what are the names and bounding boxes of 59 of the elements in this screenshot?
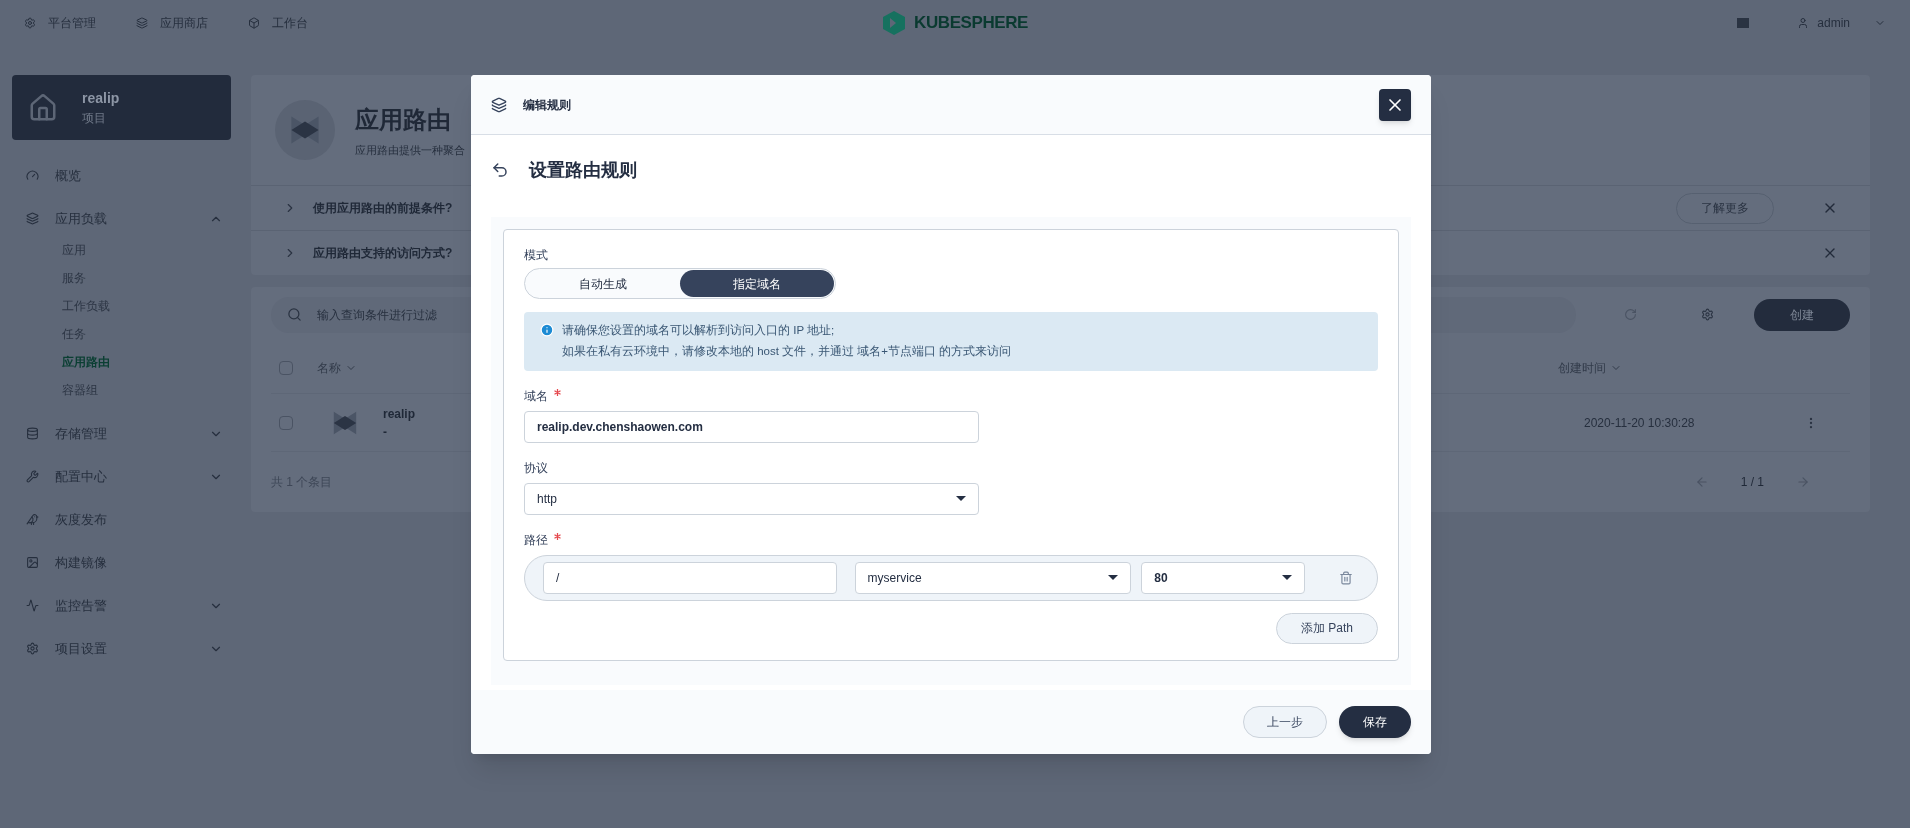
checkbox[interactable] xyxy=(279,415,293,430)
settings-icon[interactable] xyxy=(1701,308,1714,321)
domain-input[interactable]: realip.dev.chenshaowen.com xyxy=(524,410,979,443)
mode-option[interactable]: 指定域名 xyxy=(680,270,834,297)
sidebar-icon xyxy=(26,470,39,483)
close-button[interactable] xyxy=(1379,88,1411,121)
path-input[interactable]: / xyxy=(543,561,837,594)
mode-option[interactable]: 自动生成 xyxy=(526,270,680,297)
nav-icon xyxy=(248,16,260,29)
sidebar-icon xyxy=(26,169,39,182)
sidebar-icon xyxy=(26,212,39,225)
sidebar-icon xyxy=(26,642,39,655)
checkbox[interactable] xyxy=(279,360,293,375)
sidebar-icon xyxy=(26,556,39,569)
row-description: - xyxy=(383,423,388,441)
sidebar-icon xyxy=(26,599,39,612)
field-label: 路径 xyxy=(524,532,548,547)
created-time: 2020-11-20 10:30:28 xyxy=(1584,414,1696,432)
project-name: realip xyxy=(82,89,120,108)
project-card[interactable]: realip 项目 xyxy=(12,75,231,140)
step-title: 设置路由规则 xyxy=(529,158,637,182)
port-select[interactable]: 80 xyxy=(1141,561,1305,594)
project-type: 项目 xyxy=(82,110,107,127)
sidebar-icon xyxy=(26,427,39,440)
nav-icon xyxy=(24,16,36,29)
create-button[interactable]: 创建 xyxy=(1754,298,1850,331)
search-icon xyxy=(287,306,302,322)
next-page-icon[interactable] xyxy=(1796,475,1810,489)
previous-page-icon[interactable] xyxy=(1694,475,1709,489)
back-button[interactable]: 上一步 xyxy=(1243,706,1327,738)
page-indicator: 1 / 1 xyxy=(1740,474,1764,491)
save-button[interactable]: 保存 xyxy=(1339,706,1411,738)
nav-icon xyxy=(136,16,148,29)
sidebar-item[interactable]: 灰度发布 xyxy=(26,498,231,541)
dialog-title: 编辑规则 xyxy=(523,96,571,114)
user-icon xyxy=(1797,16,1810,29)
sidebar-subitem[interactable]: 应用路由 xyxy=(62,348,231,376)
caret-icon xyxy=(1282,575,1292,580)
add-path-button[interactable]: 添加 Path xyxy=(1275,612,1378,644)
sidebar-icon xyxy=(26,513,39,526)
refresh-icon[interactable] xyxy=(1624,308,1637,321)
service-select[interactable]: myservice xyxy=(854,561,1132,594)
delete-icon[interactable] xyxy=(1339,570,1353,585)
info-text: 如果在私有云环境中，请修改本地的 host 文件，并通过 域名+节点端口 的方式来访问 xyxy=(562,344,1012,360)
project-icon xyxy=(28,92,58,123)
back-icon[interactable] xyxy=(491,161,509,179)
page-title: 应用路由 xyxy=(355,104,452,135)
field-label: 模式 xyxy=(524,247,549,264)
protocol-select[interactable]: http xyxy=(524,482,979,515)
logo-icon xyxy=(882,9,907,36)
caret-icon xyxy=(956,496,966,501)
caret-icon xyxy=(1108,575,1119,580)
logo-text: KUBESPHERE xyxy=(914,11,1028,34)
field-label: 域名 xyxy=(524,388,548,403)
info-text: 请确保您设置的域名可以解析到访问入口的 IP 地址; xyxy=(562,323,836,338)
row-name[interactable]: realip xyxy=(383,404,415,423)
field-label: 协议 xyxy=(524,460,548,475)
info-icon xyxy=(540,323,554,337)
user-menu[interactable]: admin xyxy=(1797,13,1886,32)
